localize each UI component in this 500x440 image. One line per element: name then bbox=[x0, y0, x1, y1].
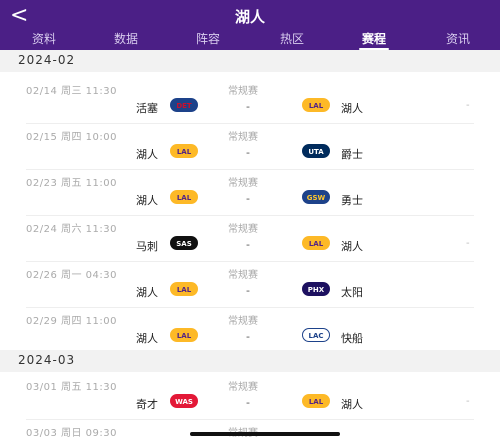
game-time: 02/15 周四 10:00 bbox=[26, 132, 117, 143]
home-team-name: 活塞 bbox=[136, 102, 158, 115]
home-team-logo: DET bbox=[170, 98, 198, 112]
home-team-logo: LAL bbox=[170, 282, 198, 296]
home-team-name: 湖人 bbox=[136, 148, 158, 161]
away-team-name: 湖人 bbox=[341, 240, 363, 253]
away-team-name: 快船 bbox=[341, 332, 363, 345]
away-team-name: 爵士 bbox=[341, 148, 363, 161]
home-team-name: 湖人 bbox=[136, 286, 158, 299]
tab-bar: 资料 数据 阵容 热区 赛程 资讯 bbox=[0, 30, 500, 50]
home-team-name: 湖人 bbox=[136, 332, 158, 345]
month-header: 2024-03 bbox=[0, 350, 500, 372]
away-team-name: 勇士 bbox=[341, 194, 363, 207]
game-time: 02/26 周一 04:30 bbox=[26, 270, 117, 281]
month-label: 2024-03 bbox=[18, 353, 76, 367]
home-team-name: 湖人 bbox=[136, 194, 158, 207]
game-row[interactable]: 03/01 周五 11:30 常规赛 奇才 WAS - LAL 湖人 - bbox=[0, 374, 500, 420]
tab-profile[interactable]: 资料 bbox=[14, 30, 74, 48]
game-stage: 常规赛 bbox=[228, 316, 258, 327]
game-score: - bbox=[246, 238, 250, 251]
tab-news[interactable]: 资讯 bbox=[428, 30, 488, 48]
away-team-name: 湖人 bbox=[341, 398, 363, 411]
game-stage: 常规赛 bbox=[228, 224, 258, 235]
game-time: 02/29 周四 11:00 bbox=[26, 316, 117, 327]
game-row[interactable]: 02/14 周三 11:30 常规赛 活塞 DET - LAL 湖人 - bbox=[0, 78, 500, 124]
game-row[interactable]: 02/23 周五 11:00 常规赛 湖人 LAL - GSW 勇士 bbox=[0, 170, 500, 216]
home-team-name: 马刺 bbox=[136, 240, 158, 253]
game-status: - bbox=[466, 396, 470, 407]
game-status: - bbox=[466, 238, 470, 249]
game-time: 02/24 周六 11:30 bbox=[26, 224, 117, 235]
tab-label: 热区 bbox=[279, 32, 304, 46]
game-time: 03/03 周日 09:30 bbox=[26, 428, 117, 439]
game-time: 02/14 周三 11:30 bbox=[26, 86, 117, 97]
game-stage: 常规赛 bbox=[228, 382, 258, 393]
tab-label: 资讯 bbox=[445, 32, 470, 46]
game-time: 03/01 周五 11:30 bbox=[26, 382, 117, 393]
away-team-logo: PHX bbox=[302, 282, 330, 296]
game-score: - bbox=[246, 100, 250, 113]
home-team-name: 奇才 bbox=[136, 398, 158, 411]
tab-label: 赛程 bbox=[361, 32, 386, 46]
game-stage: 常规赛 bbox=[228, 270, 258, 281]
home-team-logo: LAL bbox=[170, 328, 198, 342]
game-score: - bbox=[246, 146, 250, 159]
month-label: 2024-02 bbox=[18, 53, 76, 67]
tab-stats[interactable]: 数据 bbox=[96, 30, 156, 48]
tab-label: 阵容 bbox=[195, 32, 220, 46]
game-time: 02/23 周五 11:00 bbox=[26, 178, 117, 189]
tab-hotzone[interactable]: 热区 bbox=[262, 30, 322, 48]
away-team-logo: GSW bbox=[302, 190, 330, 204]
home-team-logo: LAL bbox=[170, 190, 198, 204]
home-team-logo: SAS bbox=[170, 236, 198, 250]
away-team-logo: LAL bbox=[302, 98, 330, 112]
game-row[interactable]: 02/26 周一 04:30 常规赛 湖人 LAL - PHX 太阳 bbox=[0, 262, 500, 308]
page-title: 湖人 bbox=[234, 8, 265, 26]
away-team-logo: LAL bbox=[302, 236, 330, 250]
game-row[interactable]: 02/24 周六 11:30 常规赛 马刺 SAS - LAL 湖人 - bbox=[0, 216, 500, 262]
away-team-name: 湖人 bbox=[341, 102, 363, 115]
game-score: - bbox=[246, 192, 250, 205]
game-score: - bbox=[246, 284, 250, 297]
game-row[interactable]: 03/03 周日 09:30 常规赛 bbox=[0, 420, 500, 440]
app-header: < 湖人 资料 数据 阵容 热区 赛程 资讯 bbox=[0, 0, 500, 50]
month-header: 2024-02 bbox=[0, 50, 500, 72]
game-row[interactable]: 02/29 周四 11:00 常规赛 湖人 LAL - LAC 快船 bbox=[0, 308, 500, 354]
home-team-logo: WAS bbox=[170, 394, 198, 408]
tab-roster[interactable]: 阵容 bbox=[178, 30, 238, 48]
game-score: - bbox=[246, 330, 250, 343]
game-stage: 常规赛 bbox=[228, 86, 258, 97]
away-team-logo: UTA bbox=[302, 144, 330, 158]
home-indicator bbox=[190, 432, 340, 436]
game-row[interactable]: 02/15 周四 10:00 常规赛 湖人 LAL - UTA 爵士 bbox=[0, 124, 500, 170]
tab-schedule[interactable]: 赛程 bbox=[344, 30, 404, 50]
game-stage: 常规赛 bbox=[228, 132, 258, 143]
tab-label: 资料 bbox=[31, 32, 56, 46]
game-status: - bbox=[466, 100, 470, 111]
away-team-logo: LAL bbox=[302, 394, 330, 408]
home-team-logo: LAL bbox=[170, 144, 198, 158]
away-team-name: 太阳 bbox=[341, 286, 363, 299]
game-stage: 常规赛 bbox=[228, 178, 258, 189]
tab-label: 数据 bbox=[113, 32, 138, 46]
away-team-logo: LAC bbox=[302, 328, 330, 342]
game-score: - bbox=[246, 396, 250, 409]
